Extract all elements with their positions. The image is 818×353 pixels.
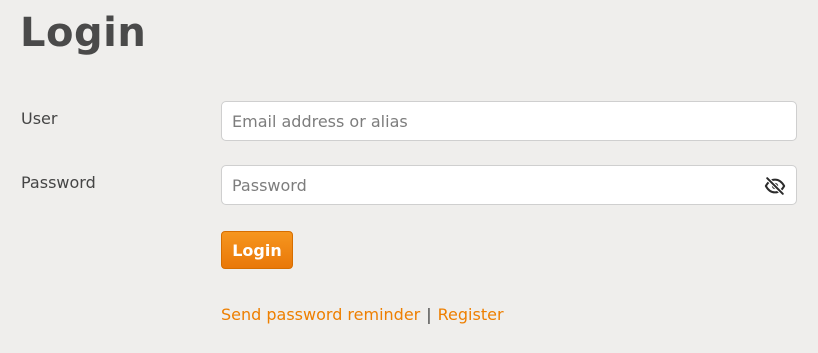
register-link[interactable]: Register [438,305,504,324]
page-title: Login [20,10,147,56]
password-input[interactable] [222,166,796,204]
user-field-container [221,101,797,141]
auth-links: Send password reminder | Register [221,305,504,324]
password-field-container [221,165,797,205]
login-button[interactable]: Login [221,231,293,269]
links-separator: | [426,305,432,324]
password-label: Password [21,173,96,192]
eye-slash-icon[interactable] [764,175,786,197]
send-password-reminder-link[interactable]: Send password reminder [221,305,420,324]
user-label: User [21,109,58,128]
user-input[interactable] [222,102,796,140]
